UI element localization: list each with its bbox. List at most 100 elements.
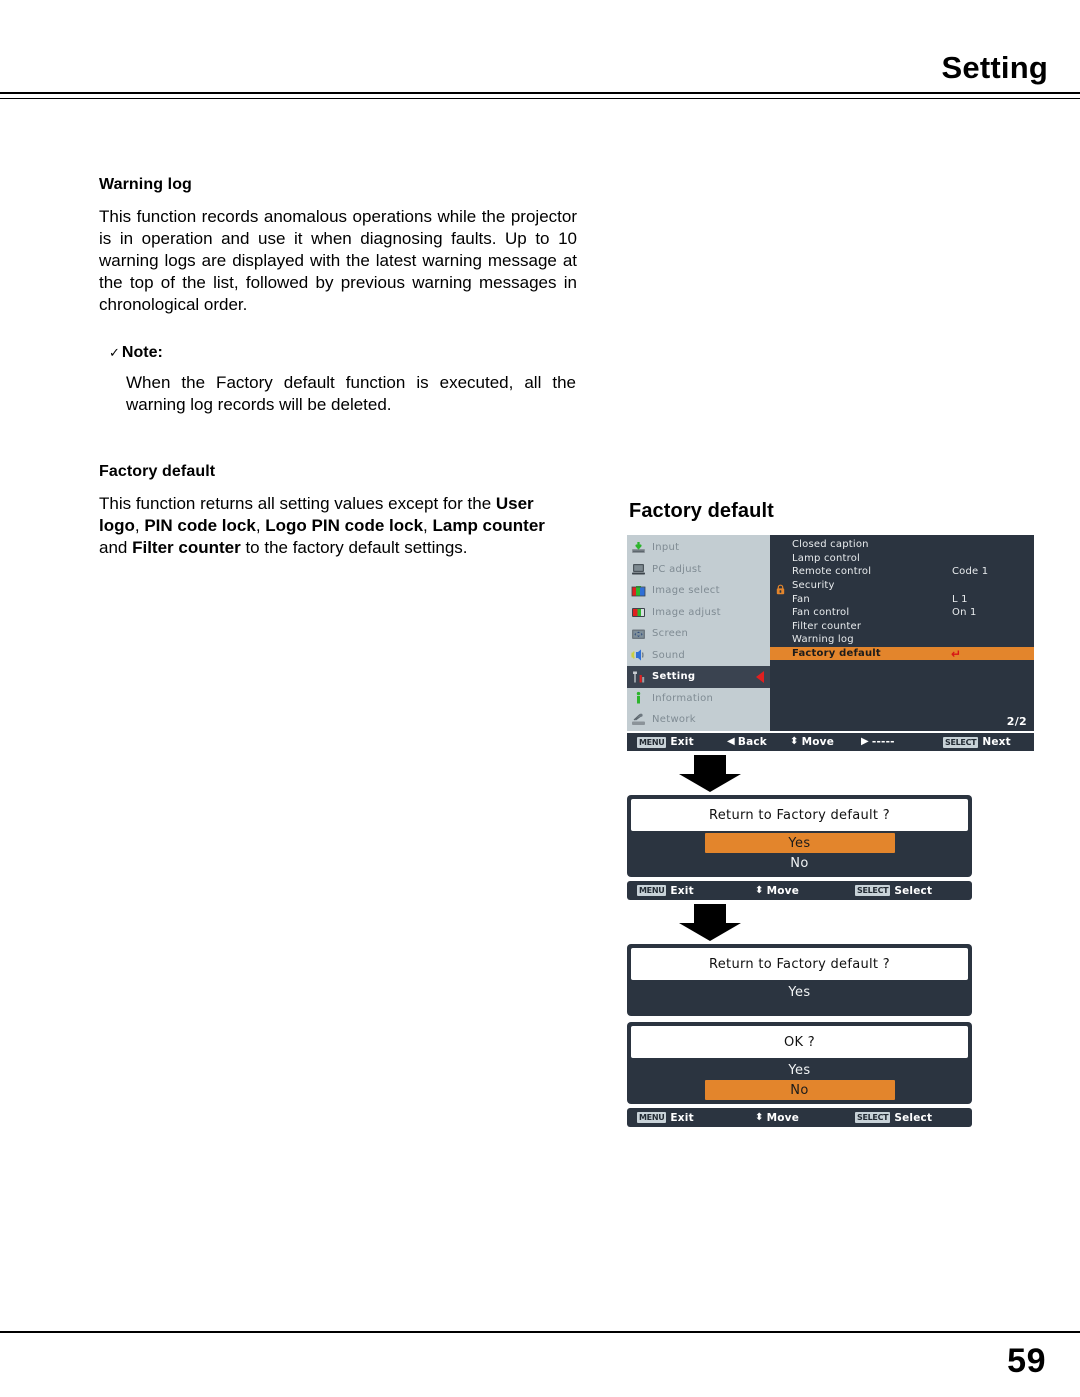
right-arrow-icon: ▶ xyxy=(861,736,869,747)
pc-adjust-icon xyxy=(631,562,646,576)
sidebar-item-sound[interactable]: Sound xyxy=(627,645,770,667)
hint-select[interactable]: SELECT Select xyxy=(855,1112,932,1124)
hint-label: Exit xyxy=(670,1111,694,1124)
dialog-question: Return to Factory default ? xyxy=(631,948,968,980)
osd-row-label: Fan xyxy=(792,593,810,605)
check-icon: ✓ xyxy=(109,345,120,360)
hint-move[interactable]: ⬍ Move xyxy=(755,885,799,897)
hint-back[interactable]: ◀ Back xyxy=(727,736,767,748)
osd-row-closed-caption[interactable]: Closed caption xyxy=(770,538,1034,552)
sidebar-label: Image adjust xyxy=(652,606,721,618)
osd-menu: Input PC adjust Image select Image adjus… xyxy=(627,535,1034,751)
factory-default-paragraph: This function returns all setting values… xyxy=(99,493,577,559)
hint-label: Next xyxy=(982,736,1011,748)
hint-exit[interactable]: MENU Exit xyxy=(637,1112,694,1124)
osd-row-value: On 1 xyxy=(952,607,977,619)
hint-move[interactable]: ⬍ Move xyxy=(755,1112,799,1124)
osd-row-security[interactable]: Security xyxy=(770,579,1034,594)
hint-label: Exit xyxy=(670,884,694,897)
osd-row-factory-default[interactable]: Factory default ↵ xyxy=(770,646,1034,661)
osd-row-value: Code 1 xyxy=(952,566,989,578)
hint-right[interactable]: ▶ ----- xyxy=(861,736,895,748)
select-keycap-icon: SELECT xyxy=(943,736,979,748)
sidebar-item-screen[interactable]: Screen xyxy=(627,623,770,645)
factory-default-heading: Factory default xyxy=(99,463,216,480)
note-label-row: ✓ Note: xyxy=(109,344,577,362)
left-arrow-icon: ◀ xyxy=(727,736,735,747)
hint-exit[interactable]: MENU Exit xyxy=(637,885,694,897)
hint-label: Select xyxy=(894,884,933,897)
osd-item-panel: Closed caption Lamp control Remote contr… xyxy=(770,535,1034,731)
osd-row-value: L 1 xyxy=(952,593,968,605)
osd-row-remote-control[interactable]: Remote control Code 1 xyxy=(770,565,1034,579)
screen-icon xyxy=(631,627,646,641)
flow-arrow-2-wrap xyxy=(627,900,1034,944)
dialog-options: Yes No xyxy=(631,831,968,873)
sidebar-label: Information xyxy=(652,692,714,704)
menu-keycap-icon: MENU xyxy=(637,1112,667,1123)
warning-log-paragraph: This function records anomalous operatio… xyxy=(99,207,577,314)
osd-row-label: Filter counter xyxy=(792,620,862,632)
figure-title: Factory default xyxy=(629,500,774,522)
warning-log-section: Warning log This function records anomal… xyxy=(99,176,577,416)
sidebar-label: Network xyxy=(652,714,696,726)
hint-exit[interactable]: MENU Exit xyxy=(637,736,694,748)
note-block: ✓ Note: When the Factory default function… xyxy=(99,344,577,416)
dialog-option-yes[interactable]: Yes xyxy=(631,982,968,1002)
hint-next[interactable]: SELECT Next xyxy=(943,736,1011,748)
page-number: 59 xyxy=(1007,1342,1046,1380)
setting-icon xyxy=(631,670,646,684)
hint-move[interactable]: ⬍ Move xyxy=(790,736,834,748)
return-arrow-icon: ↵ xyxy=(951,646,962,661)
osd-row-warning-log[interactable]: Warning log xyxy=(770,633,1034,647)
sidebar-item-network[interactable]: Network xyxy=(627,709,770,731)
hint-label: Move xyxy=(801,736,835,748)
dialog-2-stack: Return to Factory default ? Yes OK ? Yes… xyxy=(627,944,1039,1127)
sidebar-item-image-adjust[interactable]: Image adjust xyxy=(627,602,770,624)
hint-label: Exit xyxy=(670,736,694,748)
sidebar-item-information[interactable]: Information xyxy=(627,688,770,710)
down-arrow-icon xyxy=(675,904,745,942)
dialog-1-hint-bar: MENU Exit ⬍ Move SELECT Select xyxy=(627,881,972,900)
sidebar-item-pc-adjust[interactable]: PC adjust xyxy=(627,559,770,581)
sidebar-label: PC adjust xyxy=(652,563,702,575)
information-icon xyxy=(631,691,646,705)
dialog-return-to-factory-default-confirmed: Return to Factory default ? Yes xyxy=(627,944,972,1016)
dialog-option-no[interactable]: No xyxy=(704,1080,895,1100)
dialog-option-no[interactable]: No xyxy=(631,853,968,873)
osd-row-label: Remote control xyxy=(792,566,872,578)
fd-bold-5: Filter counter xyxy=(132,538,241,557)
hint-label: ----- xyxy=(871,736,895,748)
figure-column: Factory default Input PC adjust Image se… xyxy=(627,500,1039,1127)
hint-select[interactable]: SELECT Select xyxy=(855,885,932,897)
select-keycap-icon: SELECT xyxy=(855,885,891,896)
hint-label: Move xyxy=(766,1111,800,1124)
note-label: Note: xyxy=(121,344,163,361)
osd-page-indicator: 2/2 xyxy=(1006,715,1027,728)
hint-label: Move xyxy=(766,884,800,897)
osd-row-filter-counter[interactable]: Filter counter xyxy=(770,620,1034,634)
fd-text-3: , xyxy=(255,516,266,535)
sidebar-label: Input xyxy=(652,542,680,554)
dialog-option-yes[interactable]: Yes xyxy=(704,833,895,853)
page-title: Setting xyxy=(941,50,1048,85)
sidebar-item-input[interactable]: Input xyxy=(627,537,770,559)
page-header: Setting xyxy=(0,0,1080,100)
sidebar-item-setting[interactable]: Setting xyxy=(627,666,779,688)
osd-row-fan-control[interactable]: Fan control On 1 xyxy=(770,606,1034,620)
sidebar-item-image-select[interactable]: Image select xyxy=(627,580,770,602)
osd-row-label: Security xyxy=(792,580,835,592)
image-select-icon xyxy=(631,584,646,598)
up-down-arrow-icon: ⬍ xyxy=(790,736,799,747)
dialog-option-yes[interactable]: Yes xyxy=(631,1060,968,1080)
osd-row-lamp-control[interactable]: Lamp control xyxy=(770,552,1034,566)
up-down-arrow-icon: ⬍ xyxy=(755,1111,764,1123)
sidebar-label: Image select xyxy=(652,585,720,597)
flow-arrow-1-wrap xyxy=(627,751,1034,795)
osd-row-fan[interactable]: Fan L 1 xyxy=(770,592,1034,606)
warning-log-heading: Warning log xyxy=(99,176,192,193)
fd-bold-3: Logo PIN code lock xyxy=(265,516,424,535)
dialog-question: Return to Factory default ? xyxy=(631,799,968,831)
osd-sidebar: Input PC adjust Image select Image adjus… xyxy=(627,535,779,731)
osd-body: Input PC adjust Image select Image adjus… xyxy=(627,535,1034,731)
